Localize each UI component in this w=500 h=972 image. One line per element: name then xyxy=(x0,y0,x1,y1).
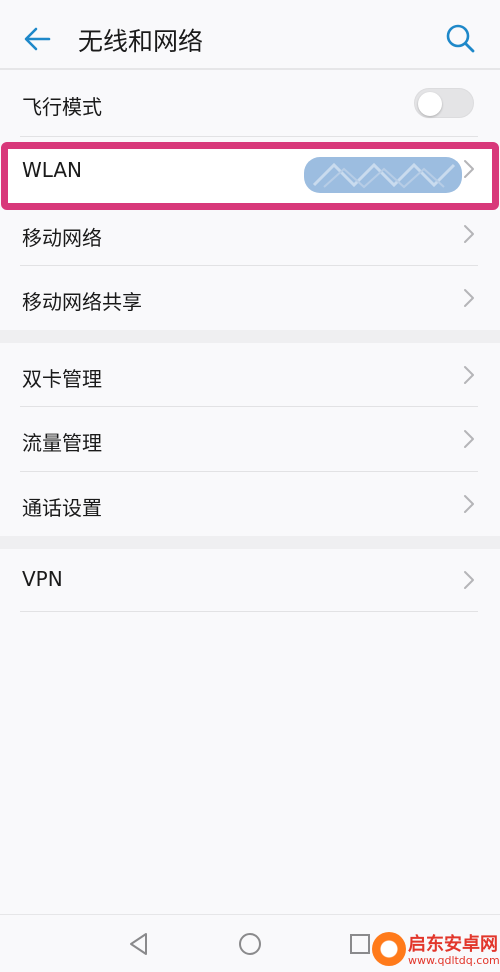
chevron-right-icon xyxy=(464,160,474,178)
settings-item-label: 通话设置 xyxy=(22,496,102,520)
section-gap xyxy=(0,330,500,343)
divider xyxy=(20,611,478,612)
settings-item-call-settings[interactable]: 通话设置 xyxy=(0,472,500,537)
settings-item-label: VPN xyxy=(22,567,63,591)
watermark-logo-icon xyxy=(372,932,406,966)
chevron-right-icon xyxy=(464,366,474,384)
section-gap xyxy=(0,536,500,549)
back-arrow-icon[interactable] xyxy=(22,24,52,54)
settings-item-label: 移动网络 xyxy=(22,226,102,250)
settings-item-label: 移动网络共享 xyxy=(22,290,142,314)
watermark: 启东安卓网 www.qdltdq.com xyxy=(372,930,500,972)
search-icon[interactable] xyxy=(444,22,476,54)
chevron-right-icon xyxy=(464,571,474,589)
app-header: 无线和网络 xyxy=(0,0,500,70)
settings-item-label: 飞行模式 xyxy=(22,95,102,119)
settings-item-vpn[interactable]: VPN xyxy=(0,549,500,614)
settings-item-dual-sim[interactable]: 双卡管理 xyxy=(0,343,500,408)
nav-home-icon[interactable] xyxy=(237,931,263,957)
nav-back-icon[interactable] xyxy=(126,931,152,957)
divider xyxy=(20,136,478,137)
settings-item-data-usage[interactable]: 流量管理 xyxy=(0,407,500,472)
toggle-knob xyxy=(418,92,442,116)
settings-item-label: WLAN xyxy=(22,158,83,182)
redacted-network-name xyxy=(304,157,462,193)
page-title: 无线和网络 xyxy=(78,27,204,56)
settings-item-tethering[interactable]: 移动网络共享 xyxy=(0,266,500,331)
chevron-right-icon xyxy=(464,289,474,307)
chevron-right-icon xyxy=(464,225,474,243)
nav-recent-icon[interactable] xyxy=(348,932,372,956)
settings-item-label: 流量管理 xyxy=(22,431,102,455)
watermark-url: www.qdltdq.com xyxy=(408,954,500,967)
watermark-name: 启东安卓网 xyxy=(408,934,498,955)
chevron-right-icon xyxy=(464,495,474,513)
chevron-right-icon xyxy=(464,430,474,448)
settings-item-mobile-network[interactable]: 移动网络 xyxy=(0,202,500,267)
settings-item-label: 双卡管理 xyxy=(22,367,102,391)
airplane-mode-toggle[interactable] xyxy=(414,88,474,118)
